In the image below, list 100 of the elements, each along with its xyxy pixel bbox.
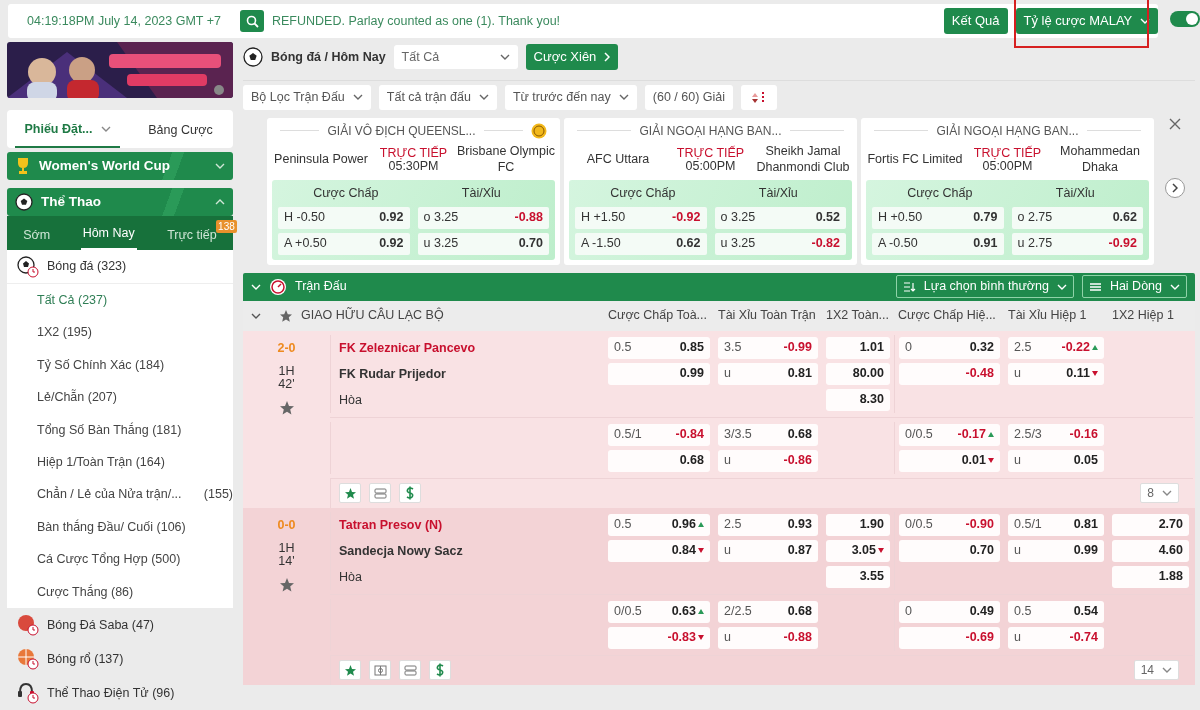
odds-button[interactable]: o 3.25 0.52: [714, 206, 846, 229]
sport-item[interactable]: Bóng Đá Saba (47): [7, 607, 233, 642]
odds-button[interactable]: -0.69: [899, 626, 1000, 649]
odds-button[interactable]: u -0.88: [718, 626, 818, 649]
filter-dropdown[interactable]: Bộ Lọc Trận Đấu: [243, 85, 371, 110]
odds-button[interactable]: u 3.25 -0.82: [714, 232, 846, 255]
star-icon[interactable]: [279, 308, 293, 323]
odds-button[interactable]: A -1.50 0.62: [575, 232, 707, 255]
submenu-item[interactable]: Tỷ Số Chính Xác (184): [7, 348, 233, 382]
odds-button[interactable]: 8.30: [826, 388, 890, 411]
close-icon[interactable]: [1169, 117, 1181, 130]
submenu-item[interactable]: Lẻ/Chẵn (207): [7, 381, 233, 414]
rows-select[interactable]: Hai Dòng: [1081, 275, 1187, 298]
sport-item[interactable]: Bóng đá (323): [7, 250, 233, 284]
favorite-button[interactable]: [339, 483, 361, 503]
submenu-item[interactable]: Cược Thắng (86): [7, 575, 233, 608]
submenu-item[interactable]: Bàn thắng Đầu/ Cuối (106): [7, 510, 233, 544]
markets-button[interactable]: [399, 660, 421, 680]
odds-button[interactable]: u 0.05: [1008, 449, 1104, 472]
odds-button[interactable]: u 0.81: [718, 362, 818, 385]
odds-button[interactable]: A +0.50 0.92: [278, 232, 410, 255]
sport-tab[interactable]: Sớm: [21, 219, 53, 250]
odds-button[interactable]: -0.48: [899, 362, 1000, 385]
odds-button[interactable]: A -0.50 0.91: [872, 232, 1004, 255]
filter-dropdown[interactable]: Tất cả trận đấu: [378, 85, 497, 110]
sport-item[interactable]: Thể Thao Điện Tử (96): [7, 675, 233, 710]
odds-button[interactable]: 0.5 0.96: [608, 513, 710, 536]
odds-button[interactable]: u 0.99: [1008, 539, 1104, 562]
star-icon[interactable]: [278, 400, 295, 417]
odds-button[interactable]: 2.5/3 -0.16: [1008, 423, 1104, 446]
markets-button[interactable]: [369, 483, 391, 503]
odds-button[interactable]: 2.70: [1112, 513, 1189, 536]
odds-button[interactable]: -0.83: [608, 626, 710, 649]
odds-button[interactable]: 1.01: [826, 336, 890, 359]
search-button[interactable]: [240, 10, 264, 32]
view-select[interactable]: Lựa chọn bình thường: [895, 275, 1074, 298]
odds-button[interactable]: 1.90: [826, 513, 890, 536]
team-name: Brisbane Olympic FC: [457, 144, 555, 176]
sidebar-tab[interactable]: Phiếu Đặt...: [15, 110, 120, 148]
odds-button[interactable]: o 2.75 0.62: [1011, 206, 1143, 229]
market-select[interactable]: Tất Cả: [393, 44, 518, 70]
parlay-button[interactable]: Cược Xiên: [525, 44, 619, 70]
odds-button[interactable]: 3.05: [826, 539, 890, 562]
odds-button[interactable]: 0 0.32: [899, 336, 1000, 359]
more-markets-dropdown[interactable]: 14: [1133, 660, 1179, 680]
odds-button[interactable]: 1.88: [1112, 565, 1189, 588]
submenu-item[interactable]: Chẳn / Lẻ của Nửa trận/... (155): [7, 478, 233, 511]
odds-button[interactable]: 3.55: [826, 565, 890, 588]
odds-button[interactable]: u -0.74: [1008, 626, 1104, 649]
star-icon[interactable]: [278, 577, 295, 594]
submenu-item[interactable]: 1X2 (195): [7, 316, 233, 349]
odds-button[interactable]: 0.70: [899, 539, 1000, 562]
section-header[interactable]: Thể Thao: [7, 188, 233, 216]
odds-button[interactable]: H +1.50 -0.92: [575, 206, 707, 229]
odds-button[interactable]: 80.00: [826, 362, 890, 385]
cashout-button[interactable]: [429, 660, 451, 680]
odds-button[interactable]: 0.5/1 -0.84: [608, 423, 710, 446]
odds-button[interactable]: 0.84: [608, 539, 710, 562]
odds-button[interactable]: 0/0.5 0.63: [608, 600, 710, 623]
odds-button[interactable]: o 3.25 -0.88: [417, 206, 549, 229]
odds-button[interactable]: 2/2.5 0.68: [718, 600, 818, 623]
odds-button[interactable]: 0.01: [899, 449, 1000, 472]
odds-button[interactable]: 0.99: [608, 362, 710, 385]
odds-button[interactable]: u 0.87: [718, 539, 818, 562]
odds-button[interactable]: 2.5 -0.22: [1008, 336, 1104, 359]
submenu-item[interactable]: Tất Cả (237): [7, 284, 233, 317]
odds-button[interactable]: u 2.75 -0.92: [1011, 232, 1143, 255]
odds-button[interactable]: 2.5 0.93: [718, 513, 818, 536]
stats-button[interactable]: [369, 660, 391, 680]
odds-button[interactable]: u 3.25 0.70: [417, 232, 549, 255]
odds-button[interactable]: 0/0.5 -0.17: [899, 423, 1000, 446]
odds-button[interactable]: 0.5/1 0.81: [1008, 513, 1104, 536]
sidebar-tab[interactable]: Bảng Cược: [128, 110, 233, 148]
odds-button[interactable]: u 0.11: [1008, 362, 1104, 385]
odds-button[interactable]: 3/3.5 0.68: [718, 423, 818, 446]
odds-format-dropdown[interactable]: Tỷ lệ cược MALAY: [1015, 8, 1159, 34]
odds-button[interactable]: 4.60: [1112, 539, 1189, 562]
toggle-switch[interactable]: [1170, 11, 1200, 27]
odds-button[interactable]: 0.5 0.85: [608, 336, 710, 359]
cashout-button[interactable]: [399, 483, 421, 503]
submenu-item[interactable]: Tổng Số Bàn Thắng (181): [7, 413, 233, 446]
next-button[interactable]: [1165, 177, 1185, 198]
odds-button[interactable]: 0 0.49: [899, 600, 1000, 623]
favorite-button[interactable]: [339, 660, 361, 680]
sport-tab[interactable]: Trực tiếp: [165, 219, 219, 250]
odds-button[interactable]: 3.5 -0.99: [718, 336, 818, 359]
odds-button[interactable]: u -0.86: [718, 449, 818, 472]
submenu-item[interactable]: Cá Cược Tổng Hợp (500): [7, 543, 233, 576]
odds-button[interactable]: H -0.50 0.92: [278, 206, 410, 229]
odds-button[interactable]: 0.5 0.54: [1008, 600, 1104, 623]
results-button[interactable]: Kết Quả: [943, 8, 1008, 34]
filter-dropdown[interactable]: Từ trước đến nay: [504, 85, 637, 110]
odds-button[interactable]: 0/0.5 -0.90: [899, 513, 1000, 536]
sort-button[interactable]: [741, 85, 778, 110]
odds-button[interactable]: 0.68: [608, 449, 710, 472]
sport-item[interactable]: Bóng rổ (137): [7, 641, 233, 676]
odds-button[interactable]: H +0.50 0.79: [872, 206, 1004, 229]
section-header[interactable]: Women's World Cup: [7, 152, 233, 180]
submenu-item[interactable]: Hiệp 1/Toàn Trận (164): [7, 445, 233, 479]
more-markets-dropdown[interactable]: 8: [1140, 483, 1179, 503]
